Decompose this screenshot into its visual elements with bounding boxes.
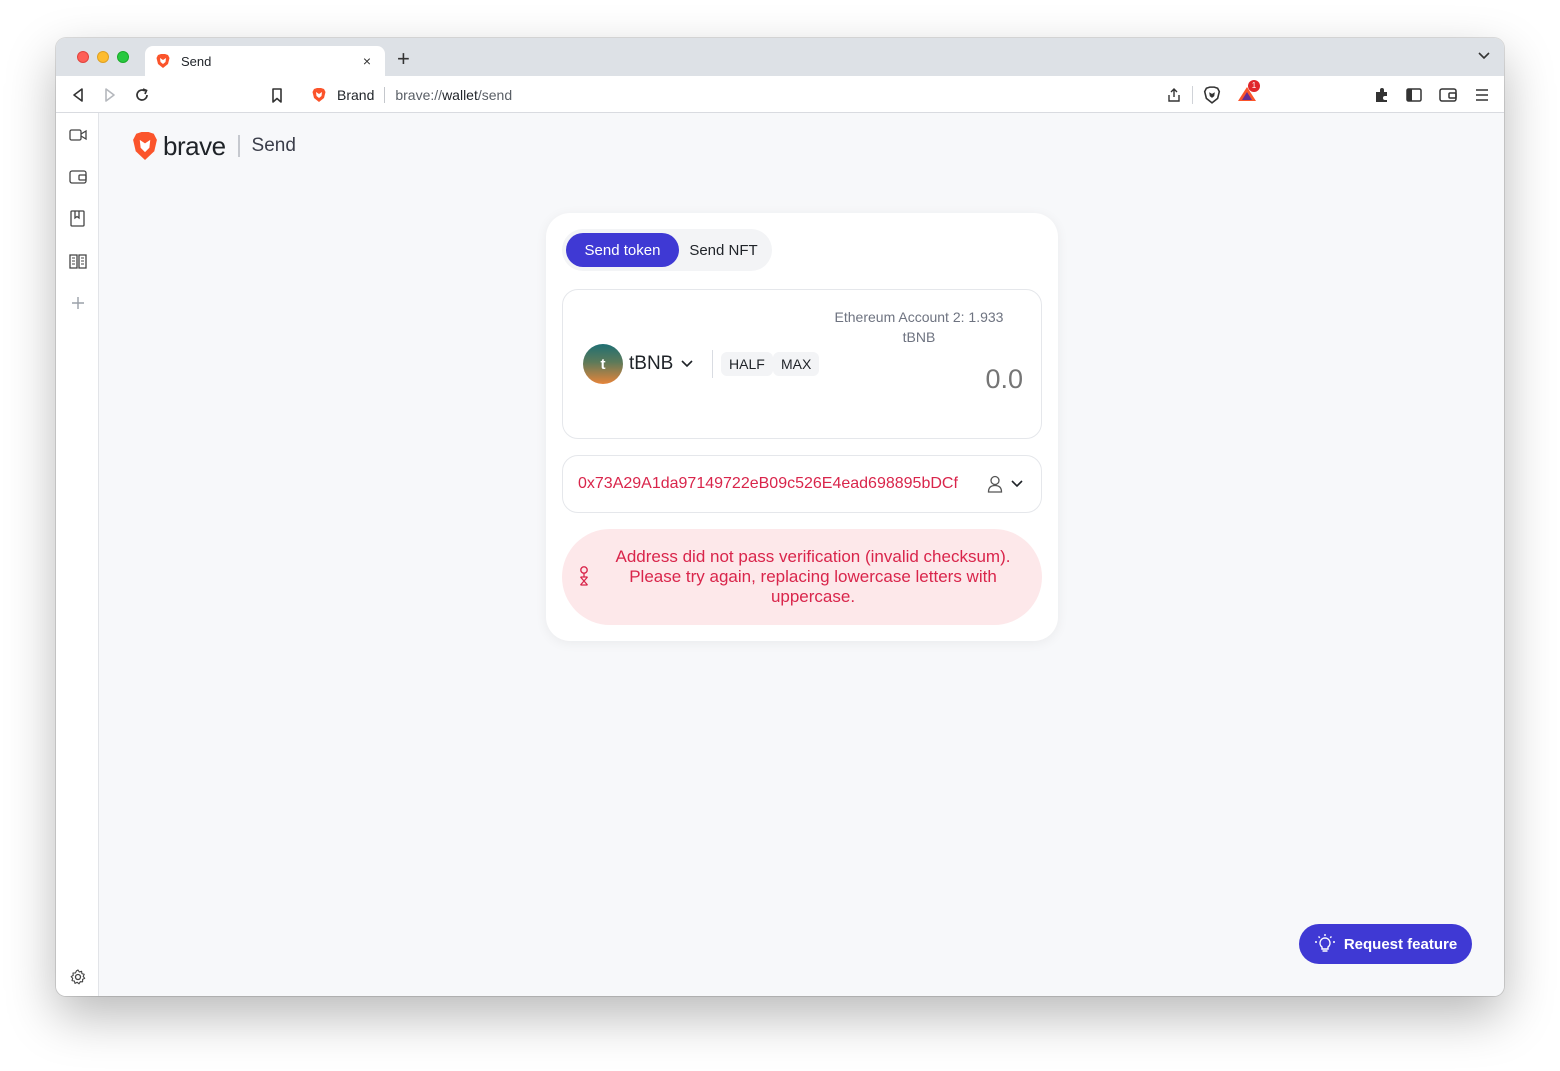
amount-input[interactable] [823,364,1023,395]
brave-shields-icon[interactable] [1203,85,1221,104]
tab-strip: Send × + [56,38,1504,76]
brave-rewards-button[interactable]: 1 [1237,79,1260,105]
page-title: Send [251,135,296,156]
address-error-message: Address did not pass verification (inval… [615,547,1011,606]
chevron-down-icon[interactable] [1011,480,1023,488]
lightbulb-icon [1314,934,1335,952]
sidebar-item-wallet[interactable] [68,167,87,186]
send-card: Send token Send NFT Ethereum Account 2: … [546,213,1058,641]
brave-wordmark: brave [163,130,226,161]
tab-send-nft[interactable]: Send NFT [679,233,768,267]
browser-tab[interactable]: Send × [145,46,385,76]
omnibox-brand: Brand [337,86,375,103]
send-type-segmented-control: Send token Send NFT [562,229,772,271]
request-feature-label: Request feature [1343,935,1458,953]
request-feature-button[interactable]: Request feature [1299,924,1472,964]
sidebar-item-reading-list[interactable] [68,251,87,270]
bookmark-button[interactable] [267,85,287,105]
bookmarks-icon [70,210,85,227]
reload-icon [136,88,148,101]
back-button[interactable] [68,85,88,105]
omnibox-actions: 1 [1166,79,1261,108]
menu-button[interactable] [1472,85,1492,105]
omnibox-divider [384,86,386,103]
sidebar-item-talk[interactable] [68,125,87,144]
reading-list-icon [68,253,87,269]
zoom-window-button[interactable] [117,51,129,63]
recipient-address-field [562,455,1042,513]
sidebar-icon [1406,88,1422,102]
forward-arrow-icon [105,88,115,102]
token-divider [712,350,713,378]
omnibox-url: brave://wallet/send [395,86,513,103]
account-balance: Ethereum Account 2: 1.933 tBNB [819,307,1019,347]
gear-icon [70,968,85,984]
reload-button[interactable] [132,85,152,105]
token-selector[interactable]: t tBNB [583,344,693,384]
browser-window: Send × + Brand brave://wallet/send 1 bra… [56,38,1504,996]
token-avatar: t [583,344,623,384]
brave-lion-icon [156,54,170,68]
wallet-button[interactable] [1438,85,1458,105]
tab-send-token[interactable]: Send token [566,233,679,267]
tab-title: Send [181,53,212,69]
brave-lion-icon [133,132,157,160]
page-header: brave Send [131,129,296,163]
tab-close-button[interactable]: × [359,53,375,69]
brave-lion-icon [312,87,326,102]
amount-section: Ethereum Account 2: 1.933 tBNB t tBNB HA… [562,289,1042,439]
wallet-send-page: brave Send Send token Send NFT Ethereum … [99,113,1504,996]
forward-button[interactable] [100,85,120,105]
back-arrow-icon [73,88,83,102]
contact-person-icon[interactable] [987,475,1003,493]
plus-icon [71,296,84,309]
sidebar-settings-button[interactable] [68,967,87,986]
rewards-badge: 1 [1248,79,1260,92]
bookmark-icon [272,87,282,103]
address-input[interactable] [578,475,978,493]
token-symbol: tBNB [629,353,674,374]
extensions-button[interactable] [1372,85,1392,105]
browser-sidebar [56,113,99,996]
sidebar-add-button[interactable] [68,293,87,312]
balance-symbol-line: tBNB [902,329,936,345]
address-actions [987,475,1023,493]
dna-warning-icon [580,566,588,586]
wallet-icon [68,169,87,184]
half-button[interactable]: HALF [721,352,773,376]
hamburger-menu-icon [1476,89,1488,101]
balance-account-line: Ethereum Account 2: 1.933 [834,309,1004,325]
address-bar[interactable]: Brand brave://wallet/send 1 [299,79,1261,108]
share-icon[interactable] [1166,87,1182,103]
address-error-alert: Address did not pass verification (inval… [562,529,1042,625]
video-camera-icon [68,128,87,141]
max-button[interactable]: MAX [773,352,820,376]
close-window-button[interactable] [77,51,89,63]
puzzle-icon [1376,88,1387,102]
chevron-down-icon[interactable] [1478,52,1490,60]
omnibox-actions-divider [1192,85,1193,104]
wallet-icon [1439,88,1457,102]
new-tab-button[interactable]: + [397,48,410,70]
header-divider [237,135,240,157]
browser-toolbar: Brand brave://wallet/send 1 [56,76,1504,113]
chevron-down-icon [681,360,693,368]
minimize-window-button[interactable] [97,51,109,63]
sidebar-item-bookmarks[interactable] [68,209,87,228]
sidebar-toggle-button[interactable] [1404,85,1424,105]
